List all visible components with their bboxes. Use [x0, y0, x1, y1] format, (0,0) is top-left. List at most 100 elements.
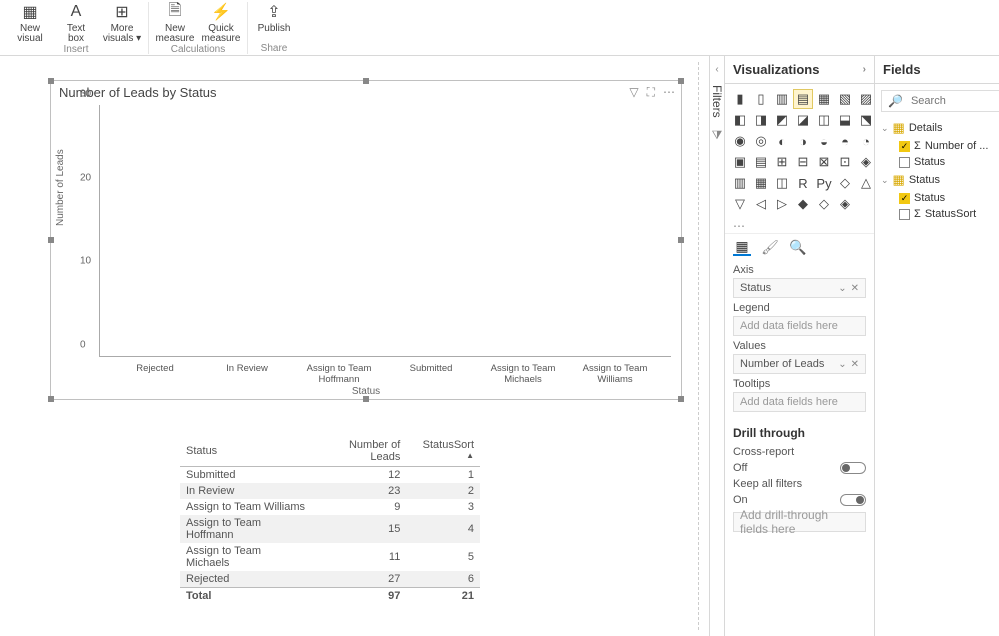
fields-table[interactable]: ⌄▦Status	[881, 170, 999, 190]
viz-type-icon[interactable]: ◫	[773, 174, 791, 192]
viz-type-icon[interactable]: ⊟	[794, 153, 812, 171]
focus-mode-icon[interactable]: ⛶	[647, 85, 655, 100]
ribbon-button[interactable]: ATextbox	[56, 2, 96, 44]
drill-through-well[interactable]: Add drill-through fields here	[733, 512, 866, 532]
viz-type-icon[interactable]: ◇	[836, 174, 854, 192]
keep-filters-toggle[interactable]	[840, 494, 866, 506]
analytics-tab[interactable]: 🔍	[789, 238, 807, 256]
fields-tab[interactable]: ▦	[733, 238, 751, 256]
viz-type-icon[interactable]: ◒	[815, 132, 833, 150]
table-row[interactable]: Submitted121	[180, 467, 480, 484]
remove-icon[interactable]: ✕	[851, 283, 859, 294]
table-column-header[interactable]: Status	[180, 436, 313, 467]
viz-type-icon[interactable]: ◆	[794, 195, 812, 213]
viz-type-icon[interactable]: ◔	[857, 132, 875, 150]
viz-type-icon[interactable]: ◈	[857, 153, 875, 171]
ribbon-button-label: Textbox	[67, 24, 85, 44]
table-row[interactable]: Assign to Team Williams93	[180, 499, 480, 515]
table-row[interactable]: In Review232	[180, 483, 480, 499]
viz-type-icon[interactable]: ◧	[731, 111, 749, 129]
viz-type-icon[interactable]: ▣	[731, 153, 749, 171]
viz-type-icon[interactable]: ◇	[815, 195, 833, 213]
more-options-icon[interactable]: ⋯	[663, 85, 675, 100]
table-row[interactable]: Rejected276	[180, 571, 480, 588]
remove-icon[interactable]: ✕	[851, 359, 859, 370]
fields-table[interactable]: ⌄▦Details	[881, 118, 999, 138]
field-checkbox[interactable]	[899, 209, 910, 220]
fields-search[interactable]: 🔎	[881, 90, 999, 112]
tooltips-well[interactable]: Add data fields here	[733, 392, 866, 412]
fields-header[interactable]: Fields ›	[875, 56, 999, 84]
resize-handle[interactable]	[678, 78, 684, 84]
viz-type-icon[interactable]: ◩	[773, 111, 791, 129]
field-checkbox[interactable]: ✓	[899, 193, 910, 204]
viz-type-icon[interactable]: ▨	[857, 90, 875, 108]
viz-type-icon[interactable]: ◎	[752, 132, 770, 150]
table-visual[interactable]: StatusNumber of LeadsStatusSort ▲Submitt…	[180, 436, 480, 604]
fields-field[interactable]: Status	[881, 154, 999, 170]
chevron-down-icon[interactable]: ⌄	[838, 359, 846, 370]
viz-type-icon[interactable]: ◑	[794, 132, 812, 150]
viz-type-icon[interactable]: ◐	[773, 132, 791, 150]
viz-type-icon[interactable]: ◫	[815, 111, 833, 129]
viz-type-icon[interactable]: ▥	[773, 90, 791, 108]
table-column-header[interactable]: Number of Leads	[313, 436, 407, 467]
viz-type-icon[interactable]: ◨	[752, 111, 770, 129]
viz-type-icon[interactable]: ▥	[731, 174, 749, 192]
viz-type-icon[interactable]: ▮	[731, 90, 749, 108]
field-checkbox[interactable]	[899, 157, 910, 168]
viz-type-icon[interactable]: ⊠	[815, 153, 833, 171]
viz-type-icon[interactable]: ▯	[752, 90, 770, 108]
viz-type-icon[interactable]: ▤	[752, 153, 770, 171]
values-well[interactable]: Number of Leads⌄✕	[733, 354, 866, 374]
viz-type-icon[interactable]: ▦	[815, 90, 833, 108]
filters-pane-collapsed[interactable]: ‹ Filters ⧩	[710, 56, 725, 636]
chevron-down-icon[interactable]: ⌄	[838, 283, 846, 294]
fields-field[interactable]: ✓Status	[881, 190, 999, 206]
viz-type-icon[interactable]: ◈	[836, 195, 854, 213]
table-cell: 12	[313, 467, 407, 484]
viz-type-icon[interactable]: Py	[815, 174, 833, 192]
viz-type-icon[interactable]: ◪	[794, 111, 812, 129]
resize-handle[interactable]	[48, 78, 54, 84]
viz-type-icon[interactable]: ▧	[836, 90, 854, 108]
viz-type-icon[interactable]: ◉	[731, 132, 749, 150]
chart-visual[interactable]: Number of Leads by Status ▽ ⛶ ⋯ Number o…	[50, 80, 682, 400]
format-tab[interactable]: 🖌	[761, 238, 779, 256]
viz-type-icon[interactable]: R	[794, 174, 812, 192]
cross-report-toggle[interactable]	[840, 462, 866, 474]
filter-icon[interactable]: ▽	[629, 85, 638, 100]
pane-divider	[698, 62, 699, 630]
viz-type-icon[interactable]: ▷	[773, 195, 791, 213]
field-checkbox[interactable]: ✓	[899, 141, 910, 152]
fields-field[interactable]: ΣStatusSort	[881, 206, 999, 222]
resize-handle[interactable]	[363, 78, 369, 84]
table-column-header[interactable]: StatusSort ▲	[406, 436, 480, 467]
viz-type-icon[interactable]: ⬔	[857, 111, 875, 129]
legend-well[interactable]: Add data fields here	[733, 316, 866, 336]
ribbon-button[interactable]: 🗎Newmeasure	[155, 2, 195, 44]
resize-handle[interactable]	[678, 237, 684, 243]
table-row[interactable]: Assign to Team Hoffmann154	[180, 515, 480, 543]
table-row[interactable]: Assign to Team Michaels115	[180, 543, 480, 571]
ribbon-button[interactable]: ⊞Morevisuals ▾	[102, 2, 142, 44]
viz-type-icon[interactable]: ⊡	[836, 153, 854, 171]
viz-type-icon[interactable]: ◓	[836, 132, 854, 150]
ribbon-button[interactable]: ⚡Quickmeasure	[201, 2, 241, 44]
report-canvas[interactable]: Number of Leads by Status ▽ ⛶ ⋯ Number o…	[0, 56, 709, 636]
viz-type-icon[interactable]: ⬓	[836, 111, 854, 129]
viz-type-icon[interactable]: △	[857, 174, 875, 192]
fields-field[interactable]: ✓ΣNumber of ...	[881, 138, 999, 154]
ribbon-button[interactable]: ⇪Publish	[254, 2, 294, 34]
viz-type-icon[interactable]: ▦	[752, 174, 770, 192]
axis-well[interactable]: Status⌄✕	[733, 278, 866, 298]
viz-type-icon[interactable]: ▤	[794, 90, 812, 108]
fields-search-input[interactable]	[909, 94, 999, 108]
more-visuals[interactable]: ⋯	[725, 219, 874, 233]
visualizations-header[interactable]: Visualizations ›	[725, 56, 874, 84]
viz-type-icon[interactable]: ⊞	[773, 153, 791, 171]
resize-handle[interactable]	[48, 237, 54, 243]
ribbon-button[interactable]: ▦Newvisual	[10, 2, 50, 44]
viz-type-icon[interactable]: ◁	[752, 195, 770, 213]
viz-type-icon[interactable]: ▽	[731, 195, 749, 213]
